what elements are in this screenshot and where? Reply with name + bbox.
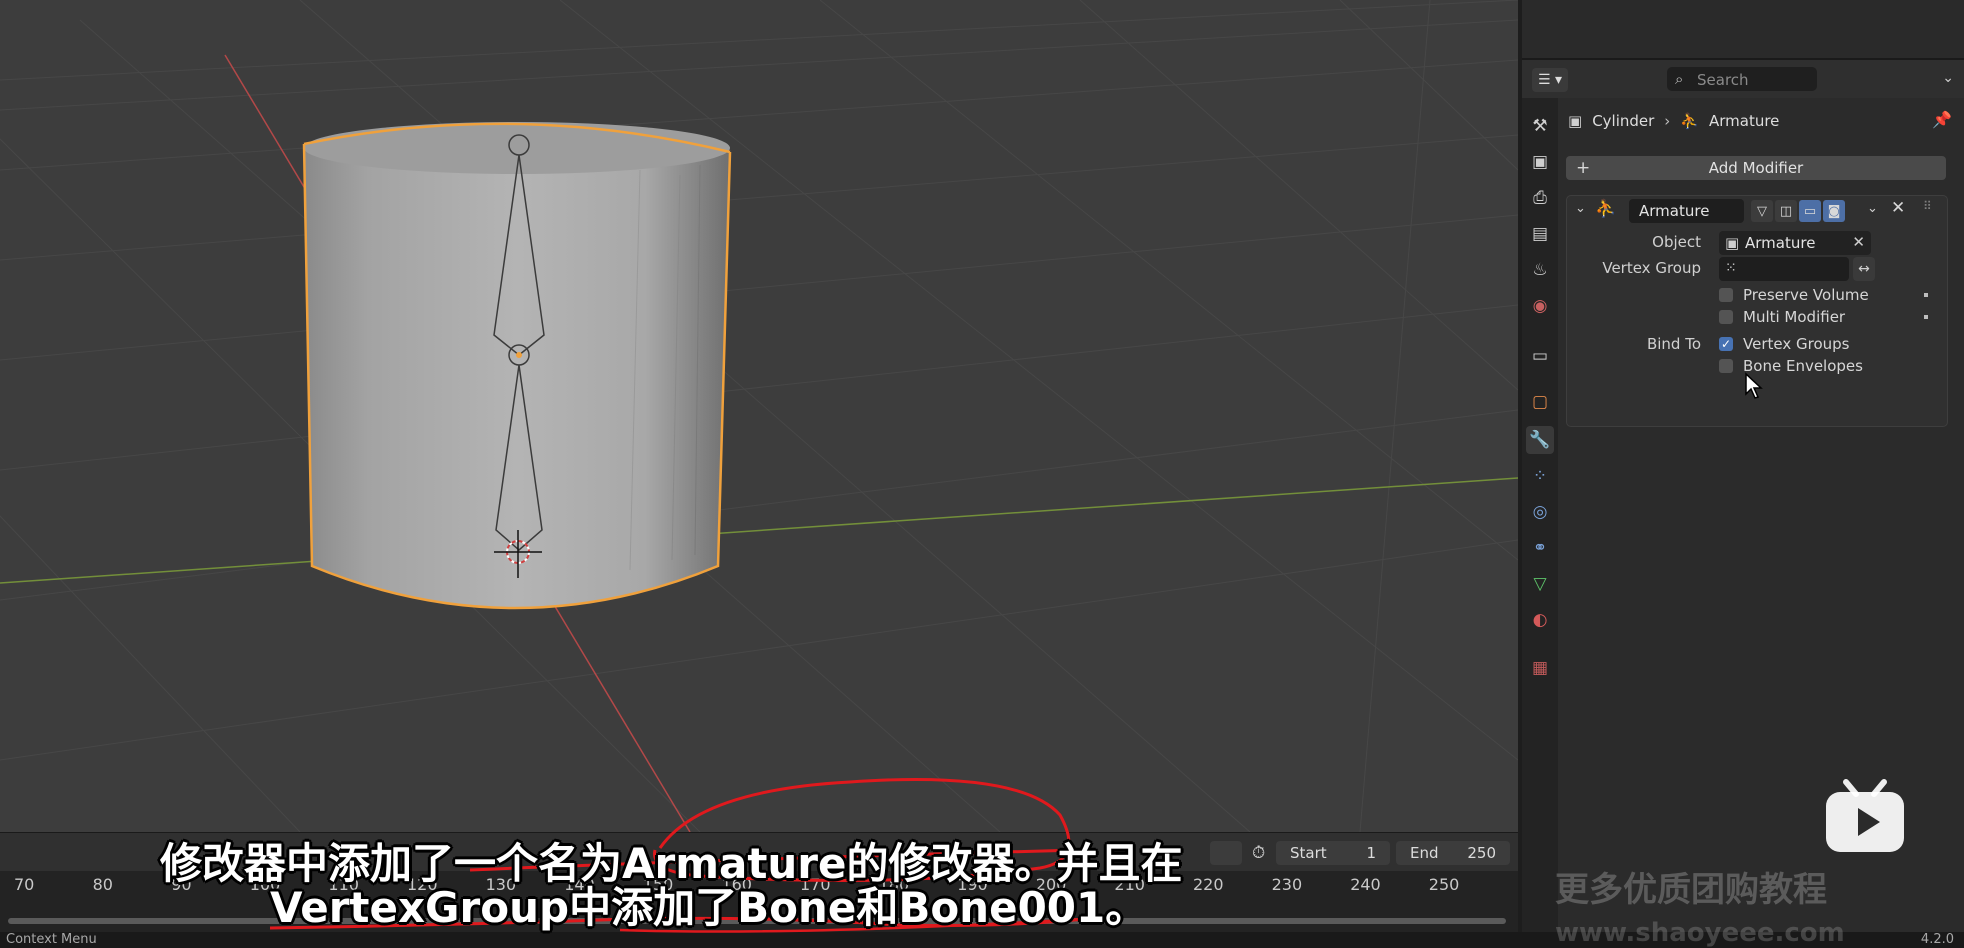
red-annotation-strokes — [269, 777, 1121, 933]
subtitle-line-2: VertexGroup中添加了Bone和Bone001。 — [270, 883, 1148, 932]
watermark-url: www.shaoyeee.com — [1555, 918, 1845, 948]
bilibili-tv-logo-icon — [1826, 779, 1904, 852]
watermark-text: 更多优质团购教程 — [1555, 870, 1827, 910]
